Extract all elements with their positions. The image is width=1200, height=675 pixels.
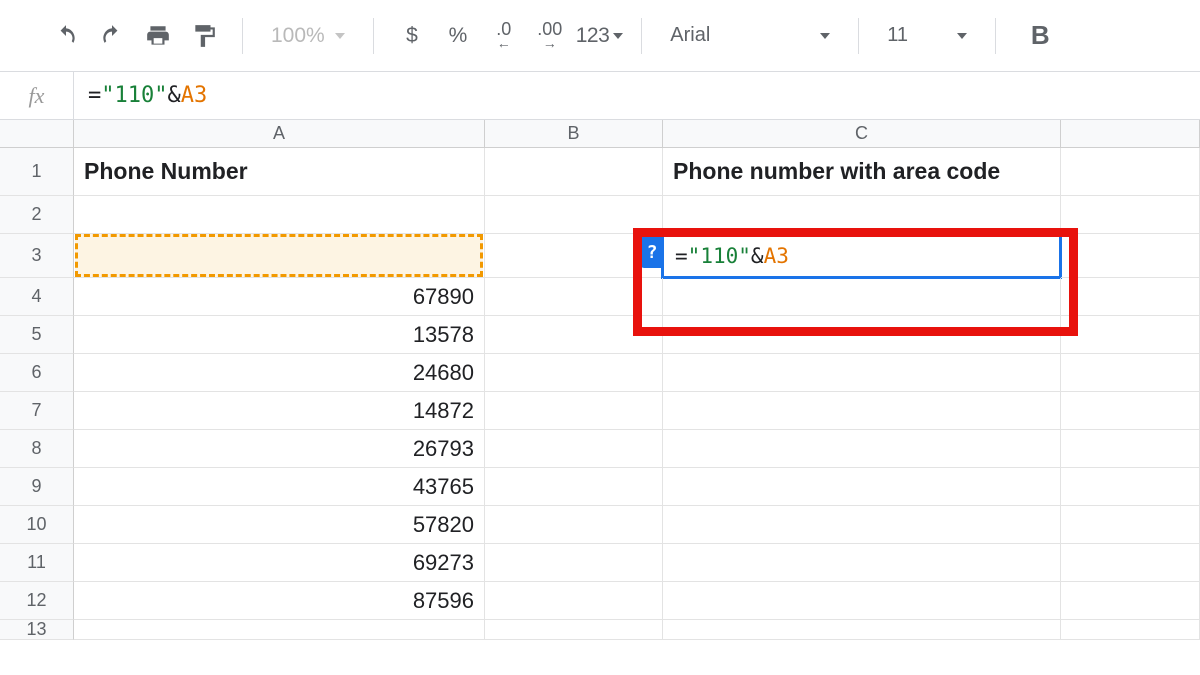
separator	[641, 18, 642, 54]
row-header-2[interactable]: 2	[0, 196, 74, 234]
row-header-13[interactable]: 13	[0, 620, 74, 640]
row-7: 7 14872	[0, 392, 1200, 430]
separator	[373, 18, 374, 54]
row-8: 8 26793	[0, 430, 1200, 468]
row-header-10[interactable]: 10	[0, 506, 74, 544]
cell-D1[interactable]	[1061, 148, 1200, 196]
cell-C3[interactable]: ? ="110"&A3	[663, 234, 1061, 278]
zoom-label: 100%	[271, 24, 325, 48]
cell-A6[interactable]: 24680	[74, 354, 485, 392]
decrease-decimal-button[interactable]: .0 ←	[484, 16, 524, 56]
cell-B2[interactable]	[485, 196, 663, 234]
cell-B4[interactable]	[485, 278, 663, 316]
row-header-4[interactable]: 4	[0, 278, 74, 316]
cell-D3[interactable]	[1061, 234, 1200, 278]
cell-B1[interactable]	[485, 148, 663, 196]
cell-A10[interactable]: 57820	[74, 506, 485, 544]
separator	[995, 18, 996, 54]
cell-C1[interactable]: Phone number with area code	[663, 148, 1061, 196]
undo-button[interactable]	[46, 16, 86, 56]
cell-C4[interactable]	[663, 278, 1061, 316]
row-header-7[interactable]: 7	[0, 392, 74, 430]
cell-C2[interactable]	[663, 196, 1061, 234]
redo-button[interactable]	[92, 16, 132, 56]
column-header-D[interactable]	[1061, 120, 1200, 147]
row-1: 1 Phone Number Phone number with area co…	[0, 148, 1200, 196]
formula-help-badge[interactable]: ?	[641, 236, 663, 268]
zoom-select[interactable]: 100%	[261, 16, 355, 56]
cell-D4[interactable]	[1061, 278, 1200, 316]
row-header-8[interactable]: 8	[0, 430, 74, 468]
cell-A5[interactable]: 13578	[74, 316, 485, 354]
bold-button[interactable]: B	[1014, 16, 1054, 56]
row-11: 11 69273	[0, 544, 1200, 582]
cell-A12[interactable]: 87596	[74, 582, 485, 620]
row-header-6[interactable]: 6	[0, 354, 74, 392]
format-currency-button[interactable]: $	[392, 16, 432, 56]
cell-A1[interactable]: Phone Number	[74, 148, 485, 196]
select-all-corner[interactable]	[0, 120, 74, 147]
row-4: 4 67890	[0, 278, 1200, 316]
number-format-select[interactable]: 123	[576, 24, 624, 48]
chevron-down-icon	[613, 33, 623, 39]
row-12: 12 87596	[0, 582, 1200, 620]
font-family-select[interactable]: Arial	[660, 16, 840, 56]
cell-A2[interactable]	[74, 196, 485, 234]
column-header-C[interactable]: C	[663, 120, 1061, 147]
row-header-11[interactable]: 11	[0, 544, 74, 582]
cell-D2[interactable]	[1061, 196, 1200, 234]
fx-icon: fx	[0, 72, 74, 119]
column-header-B[interactable]: B	[485, 120, 663, 147]
chevron-down-icon	[820, 33, 830, 39]
font-size-select[interactable]: 11	[877, 16, 977, 56]
cell-A4[interactable]: 67890	[74, 278, 485, 316]
row-13: 13	[0, 620, 1200, 640]
cell-B3[interactable]	[485, 234, 663, 278]
format-percent-button[interactable]: %	[438, 16, 478, 56]
column-header-A[interactable]: A	[74, 120, 485, 147]
row-2: 2	[0, 196, 1200, 234]
row-3: 3 12345 ? ="110"&A3	[0, 234, 1200, 278]
row-header-5[interactable]: 5	[0, 316, 74, 354]
chevron-down-icon	[957, 33, 967, 39]
formula-bar: fx ="110"&A3	[0, 72, 1200, 120]
row-6: 6 24680	[0, 354, 1200, 392]
formula-input[interactable]: ="110"&A3	[74, 72, 1200, 119]
row-9: 9 43765	[0, 468, 1200, 506]
cell-A9[interactable]: 43765	[74, 468, 485, 506]
cell-A7[interactable]: 14872	[74, 392, 485, 430]
cell-A8[interactable]: 26793	[74, 430, 485, 468]
spreadsheet-grid[interactable]: A B C 1 Phone Number Phone number with a…	[0, 120, 1200, 640]
cell-A11[interactable]: 69273	[74, 544, 485, 582]
separator	[242, 18, 243, 54]
row-header-12[interactable]: 12	[0, 582, 74, 620]
chevron-down-icon	[335, 33, 345, 39]
row-header-9[interactable]: 9	[0, 468, 74, 506]
column-header-row: A B C	[0, 120, 1200, 148]
row-10: 10 57820	[0, 506, 1200, 544]
row-header-3[interactable]: 3	[0, 234, 74, 278]
print-button[interactable]	[138, 16, 178, 56]
row-5: 5 13578	[0, 316, 1200, 354]
toolbar: 100% $ % .0 ← .00 → 123 Arial 11 B	[0, 0, 1200, 72]
separator	[858, 18, 859, 54]
increase-decimal-button[interactable]: .00 →	[530, 16, 570, 56]
row-header-1[interactable]: 1	[0, 148, 74, 196]
cell-A3[interactable]: 12345	[74, 234, 485, 278]
paint-format-button[interactable]	[184, 16, 224, 56]
